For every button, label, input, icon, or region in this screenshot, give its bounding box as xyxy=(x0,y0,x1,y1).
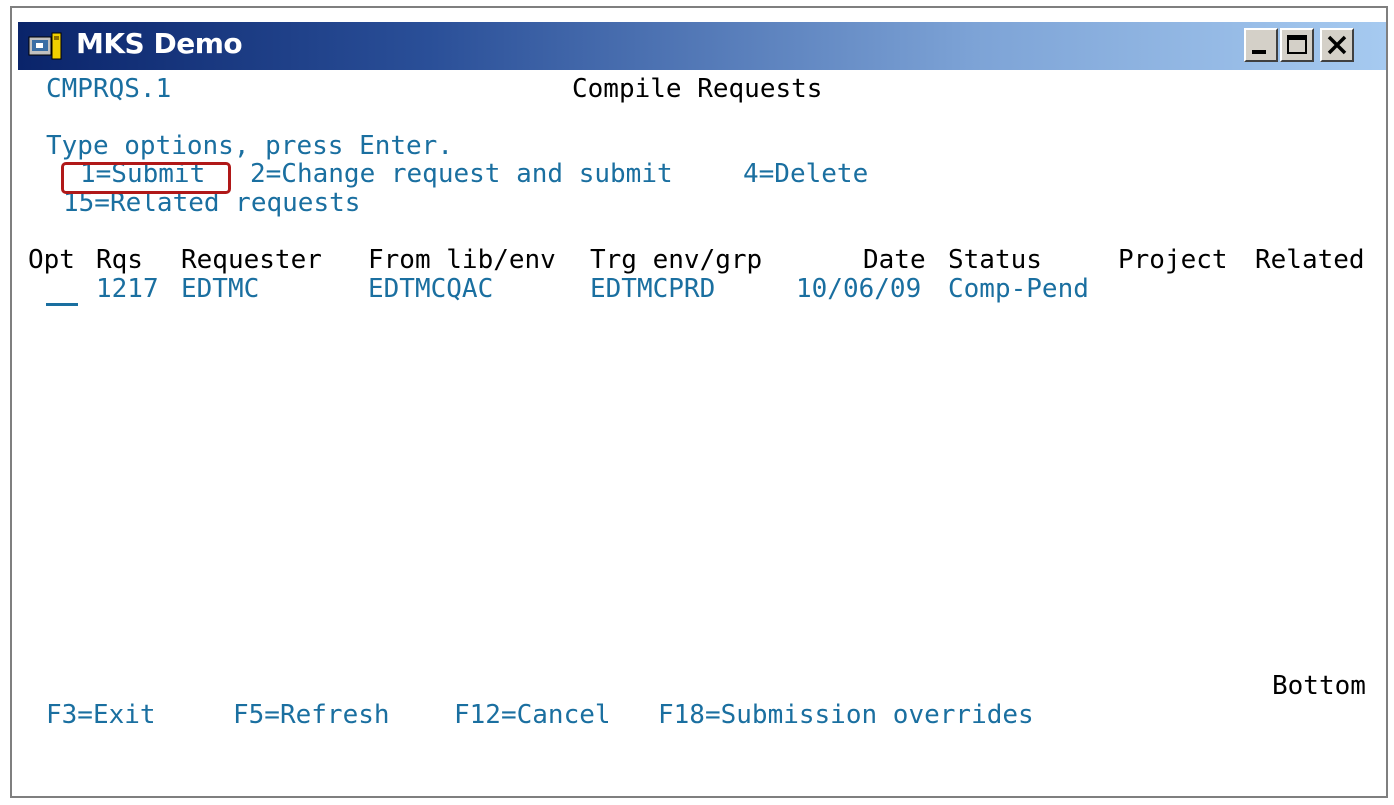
minimize-icon xyxy=(1252,50,1266,54)
column-rqs: Rqs xyxy=(96,245,143,275)
option-delete: 4=Delete xyxy=(743,159,869,189)
row-rqs: 1217 xyxy=(96,274,159,304)
terminal-screen[interactable]: CMPRQS.1 Compile Requests Type options, … xyxy=(18,70,1386,786)
fkey-submission-overrides[interactable]: F18=Submission overrides xyxy=(658,700,1034,730)
row-date: 10/06/09 xyxy=(796,274,922,304)
column-target: Trg env/grp xyxy=(590,245,763,275)
close-icon xyxy=(1327,35,1347,55)
row-target: EDTMCPRD xyxy=(590,274,716,304)
column-requester: Requester xyxy=(181,245,322,275)
option-change-submit: 2=Change request and submit xyxy=(250,159,673,189)
submit-highlight-box xyxy=(61,162,231,194)
maximize-button[interactable] xyxy=(1280,28,1314,62)
row-from: EDTMCQAC xyxy=(368,274,494,304)
maximize-icon xyxy=(1287,35,1307,54)
option-input[interactable] xyxy=(46,303,78,306)
app-icon xyxy=(28,32,70,60)
fkey-exit[interactable]: F3=Exit xyxy=(46,700,156,730)
column-date: Date xyxy=(863,245,926,275)
screen-title: Compile Requests xyxy=(572,74,823,104)
minimize-button[interactable] xyxy=(1244,28,1278,62)
close-button[interactable] xyxy=(1320,28,1354,62)
column-opt: Opt xyxy=(28,245,75,275)
position-indicator: Bottom xyxy=(1272,671,1366,701)
window-title: MKS Demo xyxy=(76,27,243,60)
row-status: Comp-Pend xyxy=(948,274,1089,304)
column-project: Project xyxy=(1118,245,1228,275)
title-bar[interactable]: MKS Demo xyxy=(18,22,1386,70)
program-id: CMPRQS.1 xyxy=(46,74,172,104)
fkey-cancel[interactable]: F12=Cancel xyxy=(454,700,611,730)
column-from: From lib/env xyxy=(368,245,556,275)
fkey-refresh[interactable]: F5=Refresh xyxy=(233,700,390,730)
column-related: Related xyxy=(1255,245,1365,275)
instructions-text: Type options, press Enter. xyxy=(46,131,453,161)
column-status: Status xyxy=(948,245,1042,275)
row-requester: EDTMC xyxy=(181,274,260,304)
